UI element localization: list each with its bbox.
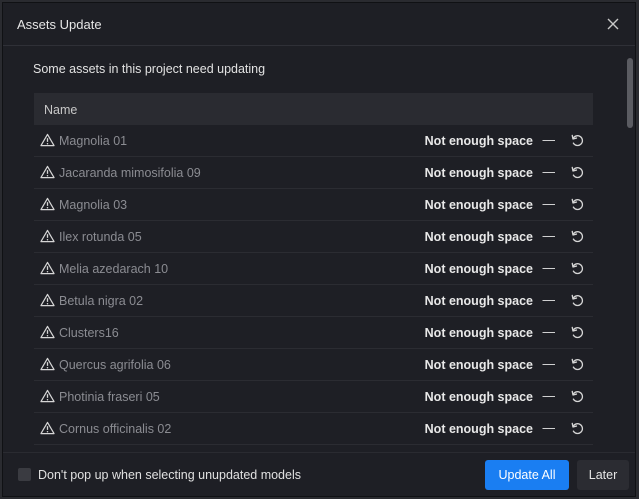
asset-progress-dash: — bbox=[542, 229, 556, 243]
later-button[interactable]: Later bbox=[577, 460, 629, 490]
warning-icon bbox=[40, 261, 55, 275]
dialog-subtitle: Some assets in this project need updatin… bbox=[33, 62, 266, 76]
retry-icon[interactable] bbox=[570, 389, 585, 404]
table-row: Ilex rotunda 05 Not enough space — bbox=[34, 221, 593, 253]
asset-progress-dash: — bbox=[542, 197, 556, 211]
asset-name: Photinia fraseri 05 bbox=[59, 390, 160, 404]
dont-pop-up-checkbox[interactable] bbox=[18, 468, 31, 481]
warning-icon bbox=[40, 197, 55, 211]
asset-progress-dash: — bbox=[542, 293, 556, 307]
asset-status: Not enough space bbox=[424, 166, 533, 180]
asset-progress-dash: — bbox=[542, 133, 556, 147]
retry-icon[interactable] bbox=[570, 421, 585, 436]
asset-name: Ilex rotunda 05 bbox=[59, 230, 142, 244]
dialog-titlebar: Assets Update bbox=[3, 3, 635, 46]
asset-name: Magnolia 01 bbox=[59, 134, 128, 148]
warning-icon bbox=[40, 389, 55, 403]
asset-name: Magnolia 03 bbox=[59, 198, 128, 212]
table-row: Quercus agrifolia 06 Not enough space — bbox=[34, 349, 593, 381]
asset-status: Not enough space bbox=[424, 390, 533, 404]
table-row: Jacaranda mimosifolia 09 Not enough space… bbox=[34, 157, 593, 189]
close-icon[interactable] bbox=[605, 16, 621, 32]
asset-progress-dash: — bbox=[542, 421, 556, 435]
table-header: Name bbox=[34, 93, 593, 125]
table-row: Photinia fraseri 05 Not enough space — bbox=[34, 381, 593, 413]
asset-progress-dash: — bbox=[542, 165, 556, 179]
table-row: Clusters16 Not enough space — bbox=[34, 317, 593, 349]
retry-icon[interactable] bbox=[570, 229, 585, 244]
warning-icon bbox=[40, 293, 55, 307]
column-header-name: Name bbox=[44, 103, 78, 117]
asset-name: Betula nigra 02 bbox=[59, 294, 144, 308]
asset-status: Not enough space bbox=[424, 198, 533, 212]
dont-pop-up-label: Don't pop up when selecting unupdated mo… bbox=[38, 468, 301, 482]
asset-status: Not enough space bbox=[424, 134, 533, 148]
asset-name: Quercus agrifolia 06 bbox=[59, 358, 171, 372]
table-body: Magnolia 01 Not enough space — Jacaranda mi… bbox=[34, 125, 593, 455]
asset-progress-dash: — bbox=[542, 357, 556, 371]
asset-progress-dash: — bbox=[542, 389, 556, 403]
table-row: Betula nigra 02 Not enough space — bbox=[34, 285, 593, 317]
retry-icon[interactable] bbox=[570, 165, 585, 180]
asset-status: Not enough space bbox=[424, 422, 533, 436]
retry-icon[interactable] bbox=[570, 357, 585, 372]
asset-name: Melia azedarach 10 bbox=[59, 262, 169, 276]
scrollbar-thumb[interactable] bbox=[627, 58, 633, 128]
asset-status: Not enough space bbox=[424, 294, 533, 308]
asset-name: Cornus officinalis 02 bbox=[59, 422, 172, 436]
retry-icon[interactable] bbox=[570, 325, 585, 340]
warning-icon bbox=[40, 325, 55, 339]
update-all-button[interactable]: Update All bbox=[485, 460, 569, 490]
dialog-title: Assets Update bbox=[17, 17, 102, 32]
warning-icon bbox=[40, 421, 55, 435]
retry-icon[interactable] bbox=[570, 197, 585, 212]
warning-icon bbox=[40, 133, 55, 147]
asset-name: Jacaranda mimosifolia 09 bbox=[59, 166, 201, 180]
asset-progress-dash: — bbox=[542, 325, 556, 339]
asset-status: Not enough space bbox=[424, 262, 533, 276]
asset-name: Clusters16 bbox=[59, 326, 119, 340]
retry-icon[interactable] bbox=[570, 293, 585, 308]
table-row: Magnolia 01 Not enough space — bbox=[34, 125, 593, 157]
assets-update-dialog: Assets Update Some assets in this projec… bbox=[2, 2, 636, 497]
assets-table: Name Magnolia 01 Not enough space — Jacaran… bbox=[34, 93, 593, 455]
warning-icon bbox=[40, 229, 55, 243]
table-row: Cornus officinalis 02 Not enough space — bbox=[34, 413, 593, 445]
table-row: Magnolia 03 Not enough space — bbox=[34, 189, 593, 221]
retry-icon[interactable] bbox=[570, 133, 585, 148]
table-row: Melia azedarach 10 Not enough space — bbox=[34, 253, 593, 285]
asset-status: Not enough space bbox=[424, 358, 533, 372]
dialog-footer: Don't pop up when selecting unupdated mo… bbox=[3, 452, 635, 496]
warning-icon bbox=[40, 357, 55, 371]
asset-progress-dash: — bbox=[542, 261, 556, 275]
asset-status: Not enough space bbox=[424, 230, 533, 244]
retry-icon[interactable] bbox=[570, 261, 585, 276]
warning-icon bbox=[40, 165, 55, 179]
asset-status: Not enough space bbox=[424, 326, 533, 340]
